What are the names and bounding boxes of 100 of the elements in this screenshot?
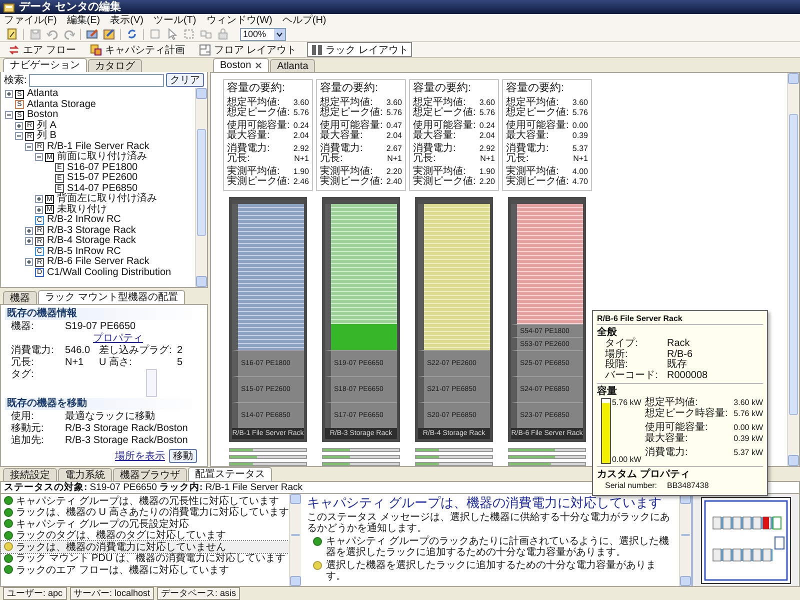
expand-toggle[interactable] (15, 122, 23, 130)
status-text: キャパシティ グループは、機器の冗長性に対応しています (16, 494, 279, 507)
tab[interactable]: 接続設定 (3, 468, 57, 481)
field-value: 既存 (667, 360, 688, 370)
expand-toggle[interactable] (25, 258, 33, 266)
expand-toggle[interactable] (35, 195, 43, 204)
field-value: N+1 (65, 357, 85, 368)
expand-toggle[interactable] (25, 237, 33, 246)
tree-item[interactable]: 前面に取り付け済み (57, 152, 147, 162)
field-label: 実測ピーク値: (413, 177, 476, 187)
field-label: 消費電力: (11, 345, 55, 356)
tab[interactable]: ラック マウント型機器の配置 (38, 290, 185, 304)
menu-item[interactable]: ツール(T) (153, 14, 196, 27)
section-heading: カスタム プロパティ (597, 469, 691, 481)
tab[interactable]: Atlanta (270, 59, 316, 72)
field-value: 5.76 (386, 108, 402, 118)
tab[interactable]: 機器ブラウザ (113, 468, 187, 481)
refresh-icon[interactable] (126, 28, 138, 40)
selection-icon[interactable] (183, 28, 195, 40)
clear-button[interactable]: クリア (166, 73, 204, 87)
field-value: 3.60 (479, 98, 495, 108)
field-label: 想定ピーク値: (320, 108, 383, 118)
show-location-link[interactable]: 場所を表示 (115, 449, 165, 463)
edit-icon[interactable] (103, 28, 115, 40)
card-title: 容量の要約: (413, 82, 472, 95)
perspective-button[interactable]: エア フロー (4, 42, 80, 57)
perspective-button[interactable]: フロア レイアウト (194, 42, 301, 57)
status-row[interactable]: ラックのエア フローは、機器に対応しています (1, 564, 289, 576)
expand-toggle[interactable] (5, 90, 13, 98)
tree-item[interactable]: Atlanta Storage (27, 100, 96, 110)
expand-toggle[interactable] (5, 111, 13, 120)
scrollbar[interactable] (787, 73, 799, 466)
scrollbar[interactable] (679, 494, 691, 586)
status-row[interactable]: キャパシティ グループは、機器の冗長性に対応しています (1, 495, 289, 506)
status-text: キャパシティ グループの冗長設定対応 (16, 518, 189, 530)
expand-toggle[interactable] (25, 226, 33, 235)
field-label: 想定ピーク値: (506, 108, 569, 118)
menu-item[interactable]: ヘルプ(H) (282, 14, 326, 27)
menu-item[interactable]: ウィンドウ(W) (206, 14, 272, 27)
tab[interactable]: カタログ (88, 59, 142, 72)
tree-item[interactable]: C1/Wall Cooling Distribution (47, 268, 172, 278)
field-label: 消費電力: (413, 144, 456, 154)
tab[interactable]: 機器 (3, 291, 37, 304)
tree-item[interactable]: Atlanta (27, 89, 58, 100)
search-field[interactable] (28, 74, 164, 86)
menu-item[interactable]: ファイル(F) (4, 14, 57, 27)
tree-item[interactable]: 列 A (37, 120, 56, 131)
tree-item[interactable]: S14-07 PE6850 (67, 184, 138, 194)
new-icon[interactable] (6, 28, 18, 40)
tab[interactable]: Boston (213, 58, 270, 72)
tree-item[interactable]: R/B-1 File Server Rack (47, 142, 150, 152)
tree-item[interactable]: R/B-2 InRow RC (47, 215, 121, 226)
pointer-icon[interactable] (166, 28, 178, 40)
tab[interactable]: 電力系統 (58, 468, 112, 481)
tab[interactable]: ナビゲーション (3, 58, 87, 72)
field-value: R000008 (667, 370, 709, 381)
expand-toggle[interactable] (35, 206, 43, 214)
field-value: R/B-3 Storage Rack/Boston (65, 423, 189, 434)
minimap-drawing[interactable] (701, 497, 791, 584)
floor-plan-icon (198, 44, 211, 56)
field-value: 5.37 (572, 144, 588, 154)
move-button[interactable]: 移動 (169, 449, 197, 463)
expand-toggle[interactable] (25, 142, 33, 151)
field-label: 想定平均値: (320, 98, 373, 108)
tree-item[interactable]: 列 B (37, 131, 56, 142)
edit-icon[interactable] (86, 28, 98, 40)
tree-item[interactable]: R/B-5 InRow RC (47, 246, 121, 257)
tree-item[interactable]: 未取り付け (57, 204, 107, 215)
field-value: N+1 (387, 154, 402, 164)
status-row[interactable]: ラックのタグは、機器のタグに対応しています (1, 530, 289, 541)
field-value: 2.92 (479, 144, 495, 154)
tab[interactable]: 配置ステータス (188, 467, 272, 481)
field-value: 3.60 (386, 98, 402, 108)
expand-toggle[interactable] (15, 132, 23, 140)
zoom-dropdown[interactable]: 100% (240, 28, 286, 40)
scrollbar[interactable] (195, 88, 207, 287)
tree-item[interactable]: R/B-6 File Server Rack (47, 257, 150, 268)
placement-slot[interactable] (325, 324, 397, 350)
scrollbar[interactable] (288, 494, 301, 586)
status-row[interactable]: ラックは、機器の消費電力に対応していません (1, 541, 289, 552)
tree-item[interactable]: Boston (27, 110, 58, 120)
field-label: 使用可能容量: (413, 121, 476, 131)
field-value: Rack (667, 339, 691, 350)
tree-item[interactable]: S16-07 PE1800 (67, 162, 138, 173)
tree-item[interactable]: S15-07 PE2600 (67, 173, 138, 184)
expand-toggle[interactable] (35, 153, 43, 162)
tree-item[interactable]: 背面左に取り付け済み (57, 194, 157, 204)
close-icon[interactable] (255, 62, 262, 69)
tree-item[interactable]: R/B-3 Storage Rack (47, 226, 136, 236)
properties-link[interactable]: プロパティ (93, 333, 143, 344)
perspective-button[interactable]: キャパシティ計画 (86, 42, 189, 57)
field-value: 546.0 (65, 345, 92, 356)
status-row[interactable]: キャパシティ グループの冗長設定対応 (1, 518, 289, 530)
field-label: U 高さ: (99, 357, 133, 368)
menu-item[interactable]: 編集(E) (66, 14, 100, 27)
field-value: 0.39 kW (734, 434, 763, 444)
menu-item[interactable]: 表示(V) (110, 14, 144, 27)
perspective-button[interactable]: ラック レイアウト (306, 42, 412, 57)
tree-item[interactable]: R/B-4 Storage Rack (47, 236, 136, 246)
scrollbar[interactable] (146, 369, 157, 397)
